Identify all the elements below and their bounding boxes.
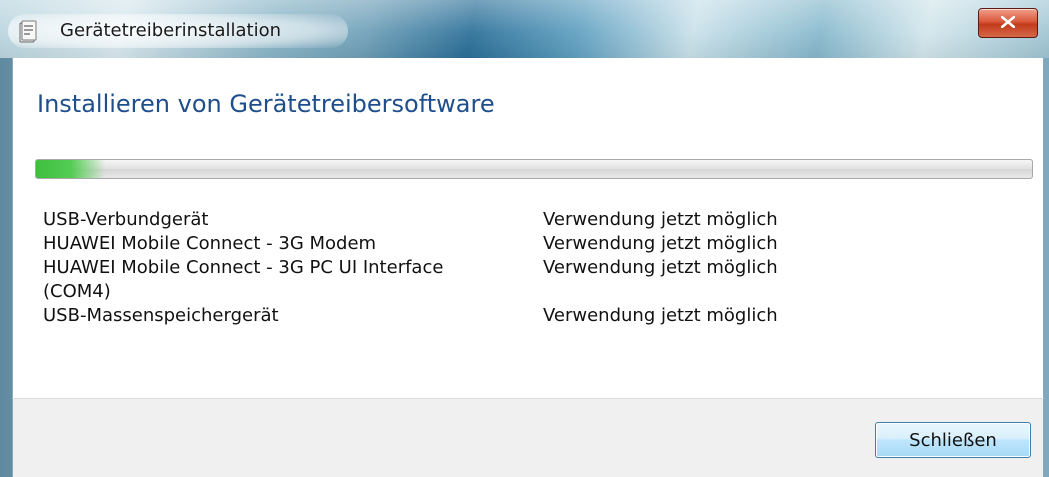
list-item: HUAWEI Mobile Connect - 3G Modem Verwend…: [43, 232, 1023, 256]
dialog-footer: Schließen: [12, 398, 1044, 477]
install-progress-bar: [35, 159, 1033, 179]
progress-fill: [36, 160, 106, 178]
device-name: HUAWEI Mobile Connect - 3G Modem: [43, 233, 377, 254]
device-status: Verwendung jetzt möglich: [543, 305, 778, 326]
device-list: USB-Verbundgerät Verwendung jetzt möglic…: [43, 208, 1023, 328]
close-x-icon: [1001, 16, 1015, 28]
device-driver-icon: [18, 20, 38, 44]
window-close-button[interactable]: [978, 8, 1038, 38]
list-item: HUAWEI Mobile Connect - 3G PC UI Interfa…: [43, 256, 1023, 304]
window-title: Gerätetreiberinstallation: [60, 20, 282, 41]
device-status: Verwendung jetzt möglich: [543, 209, 778, 230]
device-status: Verwendung jetzt möglich: [543, 233, 778, 254]
device-driver-installation-window: Gerätetreiberinstallation Installieren v…: [0, 0, 1049, 477]
device-name: USB-Massenspeichergerät: [43, 305, 279, 326]
page-title: Installieren von Gerätetreibersoftware: [37, 90, 495, 118]
close-button[interactable]: Schließen: [875, 422, 1031, 458]
list-item: USB-Verbundgerät Verwendung jetzt möglic…: [43, 208, 1023, 232]
title-bar[interactable]: Gerätetreiberinstallation: [0, 0, 1049, 58]
device-name: HUAWEI Mobile Connect - 3G PC UI Interfa…: [43, 257, 444, 302]
dialog-content: Installieren von Gerätetreibersoftware U…: [12, 58, 1044, 398]
device-name: USB-Verbundgerät: [43, 209, 209, 230]
list-item: USB-Massenspeichergerät Verwendung jetzt…: [43, 304, 1023, 328]
device-status: Verwendung jetzt möglich: [543, 257, 778, 278]
